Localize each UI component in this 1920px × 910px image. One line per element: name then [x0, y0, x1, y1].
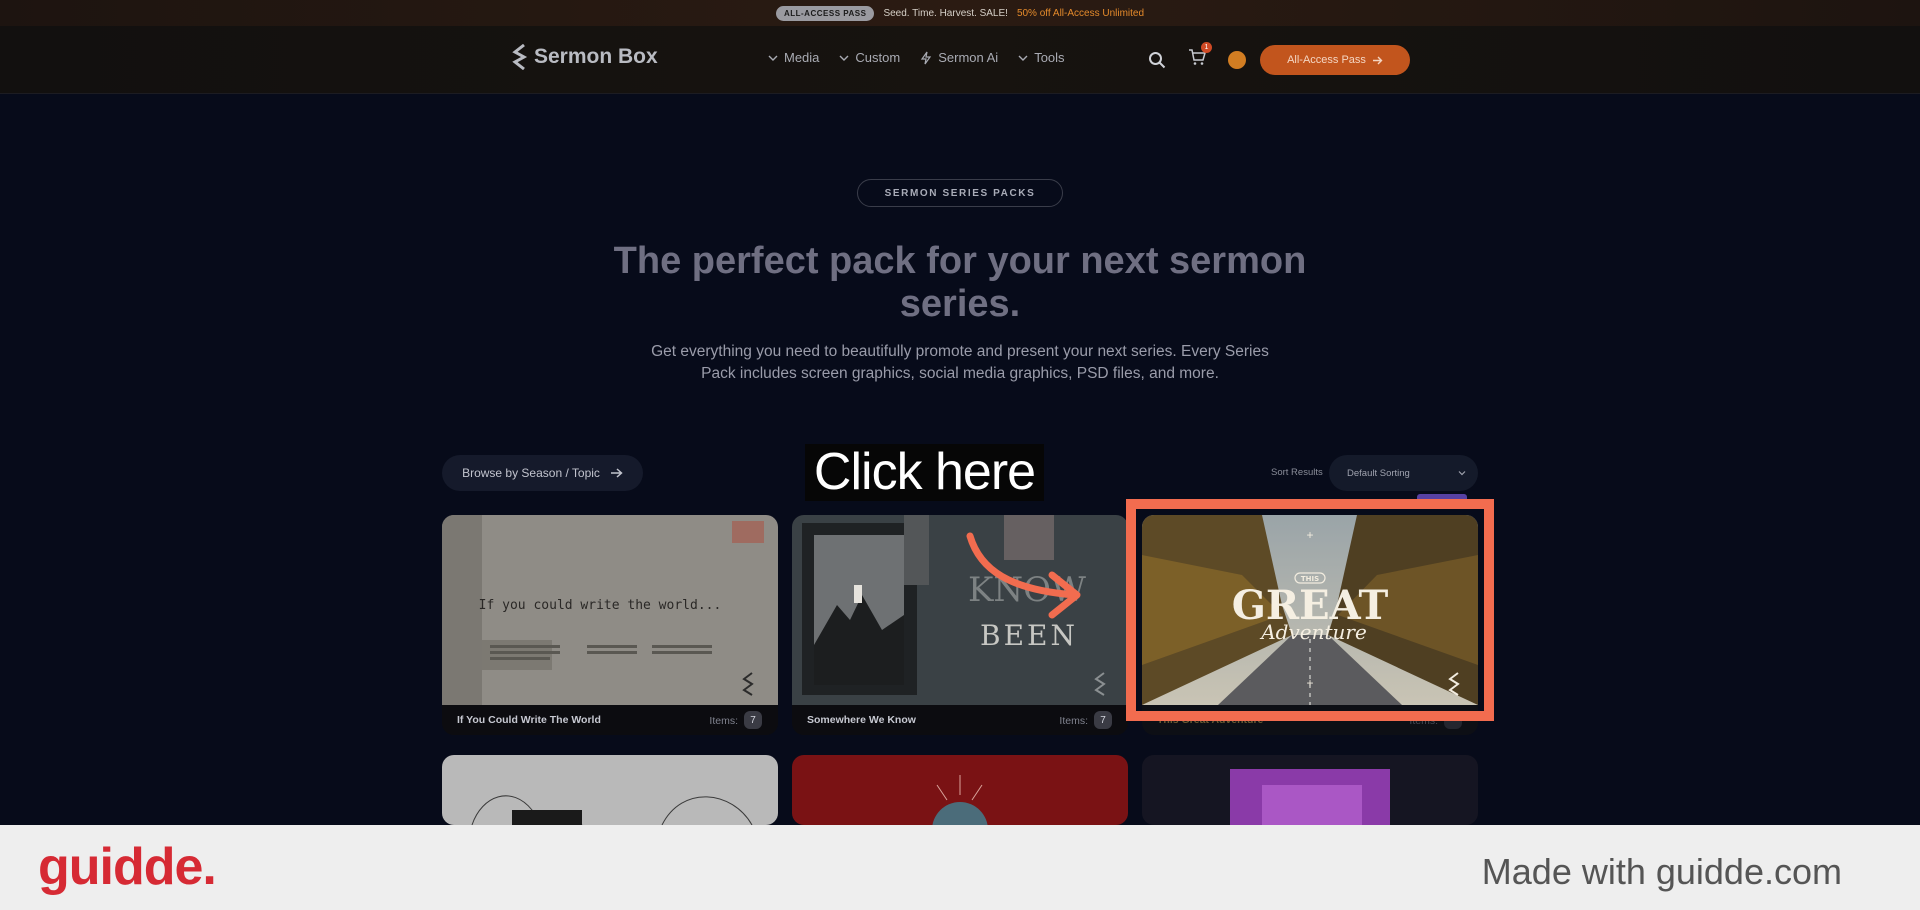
series-card[interactable]	[442, 755, 778, 825]
sort-label: Sort Results	[1271, 467, 1323, 478]
guidde-logo: guidde.	[38, 838, 217, 896]
items-count	[1444, 711, 1462, 729]
series-card[interactable]: If you could write the world... If You C…	[442, 515, 778, 735]
promo-highlight[interactable]: 50% off All-Access Unlimited	[1017, 8, 1144, 19]
series-thumbnail: If you could write the world...	[442, 515, 778, 705]
all-access-pill[interactable]: ALL-ACCESS PASS	[775, 5, 875, 21]
page-title: The perfect pack for your next sermon se…	[613, 240, 1307, 325]
series-card-this-great-adventure[interactable]: THIS GREAT Adventure + + This Great Adve…	[1142, 515, 1478, 735]
chevron-down-icon	[1018, 55, 1028, 61]
chevron-down-icon	[1458, 471, 1466, 476]
series-card[interactable]	[792, 755, 1128, 825]
card-footer: Somewhere We Know Items: 7	[792, 705, 1128, 735]
items-label: Items:	[1059, 715, 1088, 727]
nav-item-label: Tools	[1034, 50, 1065, 65]
card-title: This Great Adventure	[1157, 714, 1264, 726]
thumb-text: If you could write the world...	[479, 598, 722, 613]
main-nav: Sermon Box Media Custom Sermon Ai Tools	[0, 26, 1920, 94]
guidde-footer: guidde. Made with guidde.com	[0, 825, 1920, 910]
account-avatar[interactable]	[1228, 50, 1246, 69]
sort-value: Default Sorting	[1347, 467, 1410, 479]
nav-menu: Media Custom Sermon Ai Tools	[768, 50, 1065, 65]
new-badge	[1417, 494, 1467, 504]
browse-season-topic-button[interactable]: Browse by Season / Topic	[442, 455, 643, 491]
sermon-box-logo-icon	[512, 44, 528, 70]
logo-text: Sermon Box	[534, 45, 658, 68]
card-title: Somewhere We Know	[807, 714, 916, 726]
promo-bar: ALL-ACCESS PASS Seed. Time. Harvest. SAL…	[0, 0, 1920, 26]
nav-item-media[interactable]: Media	[768, 50, 819, 65]
thumb-text-3: Adventure	[1259, 620, 1367, 644]
svg-text:+: +	[1306, 676, 1313, 690]
chevron-down-icon	[768, 55, 778, 61]
click-here-label: Click here	[805, 444, 1044, 501]
nav-item-label: Media	[784, 50, 820, 65]
nav-item-label: Custom	[855, 50, 901, 65]
sort-select[interactable]: Default Sorting	[1329, 455, 1478, 491]
arrow-right-icon	[1372, 56, 1383, 64]
items-label: Items:	[1409, 715, 1438, 727]
series-card[interactable]	[1142, 755, 1478, 825]
items-label: Items:	[709, 715, 738, 727]
logo[interactable]: Sermon Box	[512, 44, 658, 70]
page-subtitle: Get everything you need to beautifully p…	[651, 343, 1269, 382]
series-thumbnail	[792, 755, 1128, 825]
series-thumbnail	[1142, 755, 1478, 825]
nav-item-label: Sermon Ai	[938, 50, 999, 65]
nav-icons: 1	[1148, 42, 1246, 71]
items-count: 7	[1094, 711, 1112, 729]
card-footer: If You Could Write The World Items: 7	[442, 705, 778, 735]
series-thumbnail	[442, 755, 778, 825]
search-icon[interactable]	[1148, 51, 1166, 69]
made-with-text: Made with guidde.com	[1481, 851, 1842, 892]
nav-item-tools[interactable]: Tools	[1018, 50, 1065, 65]
cart-count-badge: 1	[1201, 42, 1212, 53]
series-thumbnail: THIS GREAT Adventure + +	[1142, 515, 1478, 705]
svg-text:+: +	[1306, 528, 1313, 542]
cta-label: All-Access Pass	[1287, 54, 1366, 66]
thumb-text-2: BEEN	[980, 619, 1078, 652]
browse-label: Browse by Season / Topic	[462, 466, 600, 480]
items-count: 7	[744, 711, 762, 729]
section-badge: SERMON SERIES PACKS	[857, 179, 1063, 207]
promo-message: Seed. Time. Harvest. SALE!	[883, 7, 1008, 19]
card-footer: This Great Adventure Items:	[1142, 705, 1478, 735]
nav-item-custom[interactable]: Custom	[839, 50, 900, 65]
arrow-right-icon	[610, 468, 623, 478]
curved-arrow-icon	[966, 532, 1081, 619]
cart-button[interactable]: 1	[1188, 42, 1212, 71]
nav-item-sermon-ai[interactable]: Sermon Ai	[920, 50, 998, 65]
bolt-icon	[921, 51, 932, 64]
card-title: If You Could Write The World	[457, 714, 601, 726]
all-access-pass-button[interactable]: All-Access Pass	[1260, 45, 1410, 75]
chevron-down-icon	[839, 55, 849, 61]
